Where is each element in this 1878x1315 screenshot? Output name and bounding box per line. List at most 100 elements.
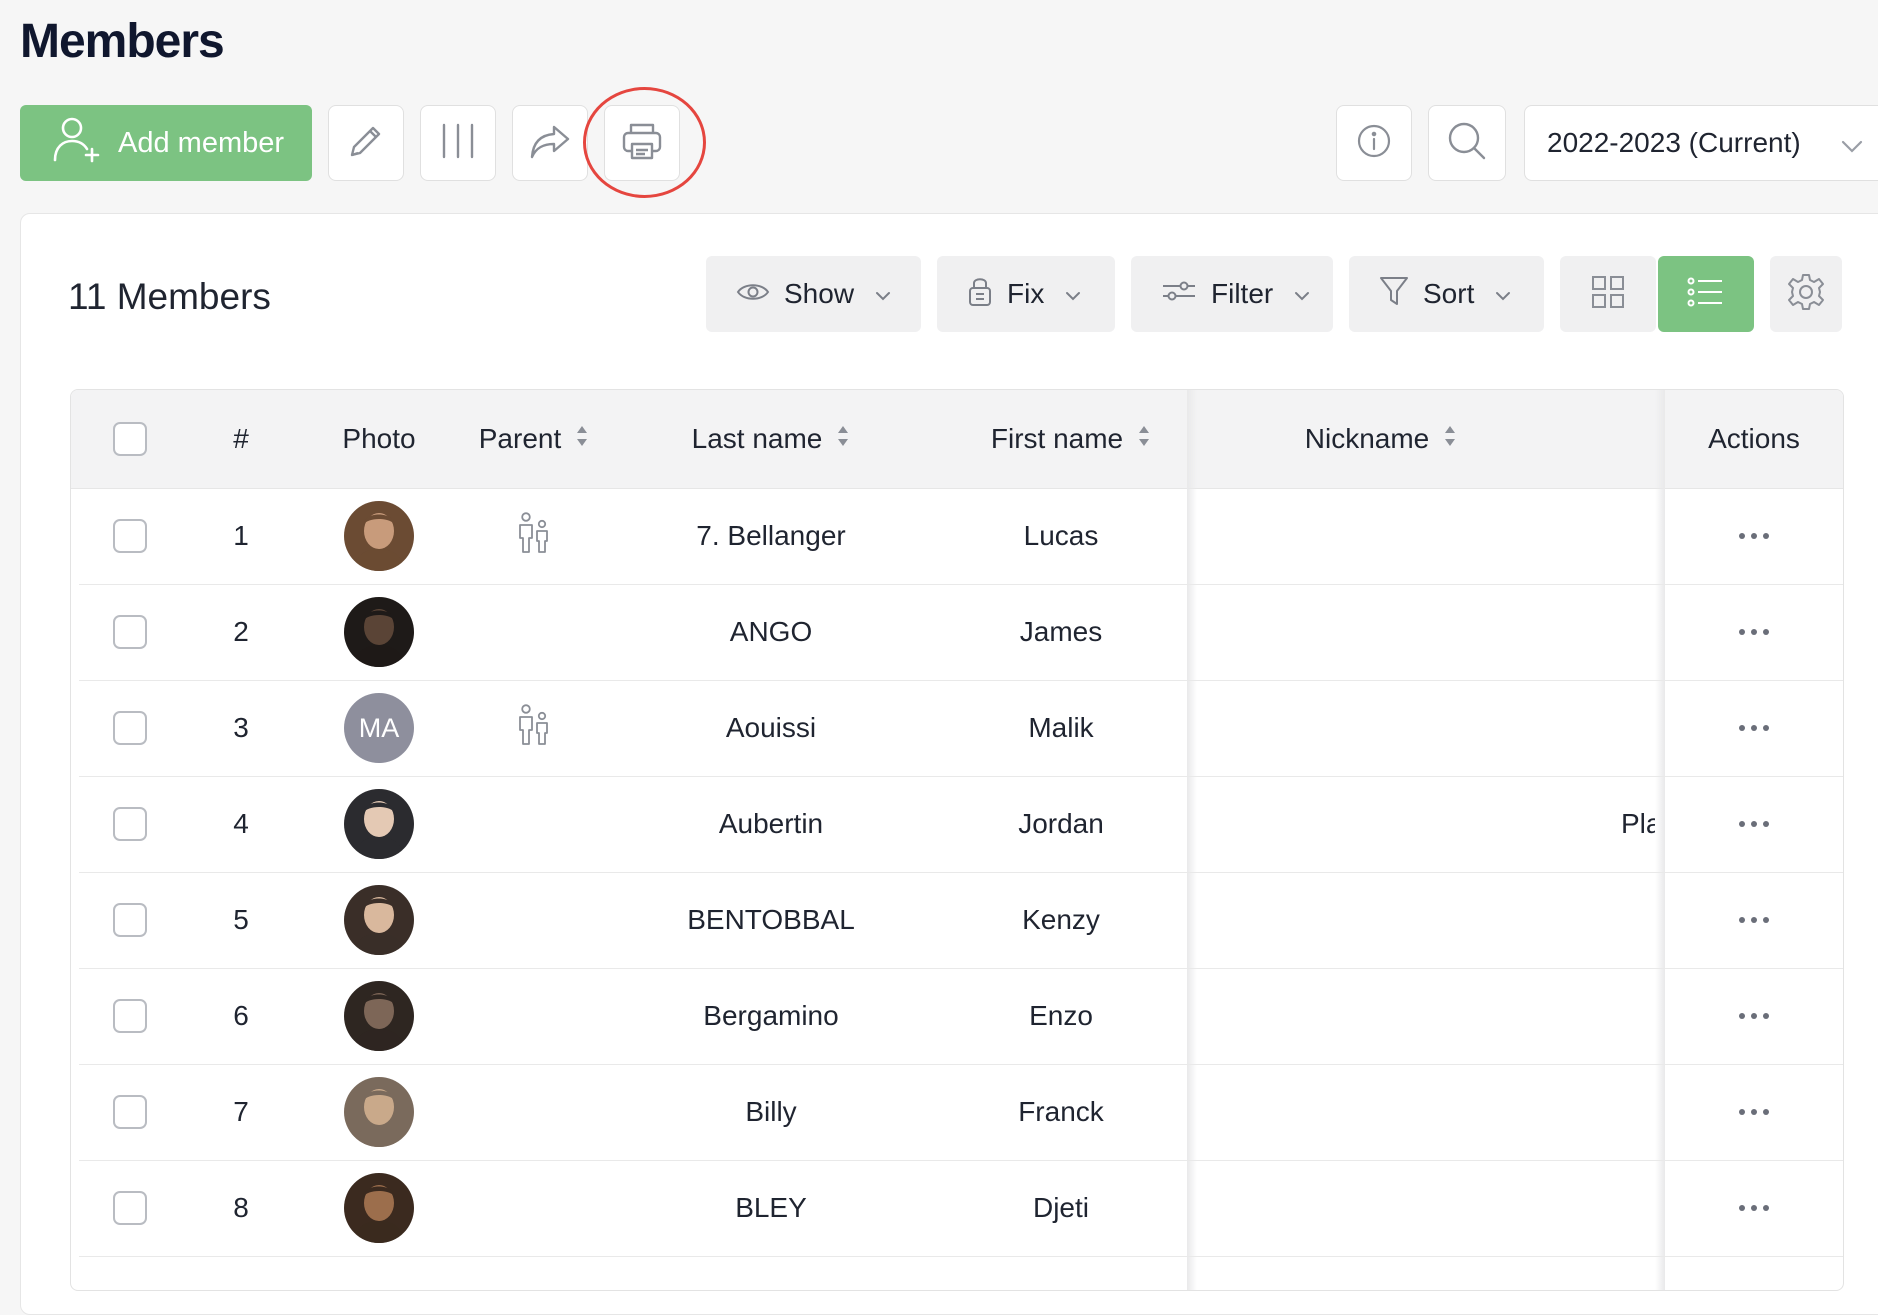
sort-label: Sort [1423,278,1475,309]
row-actions-button[interactable] [1665,1160,1843,1256]
row-checkbox[interactable] [113,615,147,649]
header-first-name[interactable]: First name [961,390,1181,488]
row-actions-button[interactable] [1665,680,1843,776]
list-icon [1687,277,1725,312]
table-row[interactable]: 4 Aubertin Jordan Pla [79,776,1843,873]
more-dots-icon [1739,821,1769,827]
select-all-checkbox[interactable] [113,422,147,456]
row-last-name: 7. Bellanger [696,520,846,551]
table-row[interactable]: 8 BLEY Djeti [79,1160,1843,1257]
row-number: 1 [233,520,249,551]
row-checkbox-cell [95,968,165,1064]
row-parent-cell [459,1160,609,1256]
members-table: # Photo Parent Last name First name Nick… [70,389,1844,1291]
row-checkbox[interactable] [113,1095,147,1129]
pencil-icon [345,120,387,167]
row-number: 6 [233,1000,249,1031]
row-checkbox[interactable] [113,903,147,937]
row-number: 4 [233,808,249,839]
row-actions-button[interactable] [1665,968,1843,1064]
page-title: Members [20,15,225,68]
row-actions-button[interactable] [1665,584,1843,680]
sort-arrows-icon [836,423,850,455]
members-count: 11 Members [68,276,271,317]
row-number: 7 [233,1096,249,1127]
header-photo: Photo [342,423,416,454]
season-select[interactable]: 2022-2023 (Current) [1524,105,1878,181]
avatar [344,981,414,1051]
row-photo-cell [299,776,459,872]
row-actions-button[interactable] [1665,488,1843,584]
avatar [344,597,414,667]
header-nickname-label: Nickname [1304,423,1430,454]
row-last-name: BLEY [735,1192,807,1223]
user-plus-icon [50,115,102,171]
print-button[interactable] [604,105,680,181]
columns-button[interactable] [420,105,496,181]
avatar [344,1173,414,1243]
row-number: 8 [233,1192,249,1223]
row-actions-button[interactable] [1665,1064,1843,1160]
more-dots-icon [1739,629,1769,635]
table-row[interactable]: 3 MA Aouissi Malik [79,680,1843,777]
settings-button[interactable] [1770,256,1842,332]
row-first-name: Djeti [1032,1192,1089,1223]
info-button[interactable] [1336,105,1412,181]
row-first-name: Lucas [1023,520,1099,551]
row-checkbox[interactable] [113,807,147,841]
grid-view-button[interactable] [1560,256,1656,332]
table-row[interactable]: 6 Bergamino Enzo [79,968,1843,1065]
sort-dropdown[interactable]: Sort [1349,256,1544,332]
row-first-name: Malik [1028,712,1094,743]
sort-arrows-icon [1137,423,1151,455]
fix-dropdown[interactable]: Fix [937,256,1115,332]
header-nickname[interactable]: Nickname [1251,390,1511,488]
row-parent-cell [459,680,609,776]
avatar [344,1077,414,1147]
show-dropdown[interactable]: Show [706,256,921,332]
more-dots-icon [1739,533,1769,539]
show-label: Show [784,278,855,309]
row-photo-cell: MA [299,680,459,776]
row-photo-cell [299,584,459,680]
printer-icon [620,120,664,167]
edit-button[interactable] [328,105,404,181]
chevron-down-icon [874,278,892,310]
avatar [344,885,414,955]
columns-icon [440,121,476,166]
row-parent-cell [459,1064,609,1160]
search-button[interactable] [1428,105,1506,181]
filter-label: Filter [1211,278,1274,309]
row-first-name: Enzo [1029,1000,1093,1031]
search-icon [1446,120,1488,167]
lock-icon [967,274,993,315]
row-checkbox-cell [95,1160,165,1256]
row-checkbox[interactable] [113,999,147,1033]
row-actions-button[interactable] [1665,872,1843,968]
table-row[interactable]: 7 Billy Franck [79,1064,1843,1161]
share-arrow-icon [528,121,572,166]
header-last-name-label: Last name [691,423,823,454]
table-row[interactable]: 5 BENTOBBAL Kenzy [79,872,1843,969]
share-button[interactable] [512,105,588,181]
row-checkbox[interactable] [113,711,147,745]
sliders-icon [1161,278,1197,311]
row-parent-cell [459,968,609,1064]
row-checkbox-cell [95,776,165,872]
row-last-name: BENTOBBAL [687,904,855,935]
more-dots-icon [1739,725,1769,731]
row-actions-button[interactable] [1665,776,1843,872]
row-last-name: Billy [745,1096,797,1127]
add-member-button[interactable]: Add member [20,105,312,181]
header-last-name[interactable]: Last name [661,390,881,488]
header-parent[interactable]: Parent [459,390,609,488]
row-checkbox[interactable] [113,519,147,553]
table-row[interactable]: 2 ANGO James [79,584,1843,681]
funnel-icon [1379,275,1409,314]
table-row[interactable]: 1 7. Bellanger Lucas [79,488,1843,585]
filter-dropdown[interactable]: Filter [1131,256,1333,332]
row-checkbox[interactable] [113,1191,147,1225]
more-dots-icon [1739,1013,1769,1019]
list-view-button[interactable] [1658,256,1754,332]
chevron-down-icon [1064,278,1082,310]
